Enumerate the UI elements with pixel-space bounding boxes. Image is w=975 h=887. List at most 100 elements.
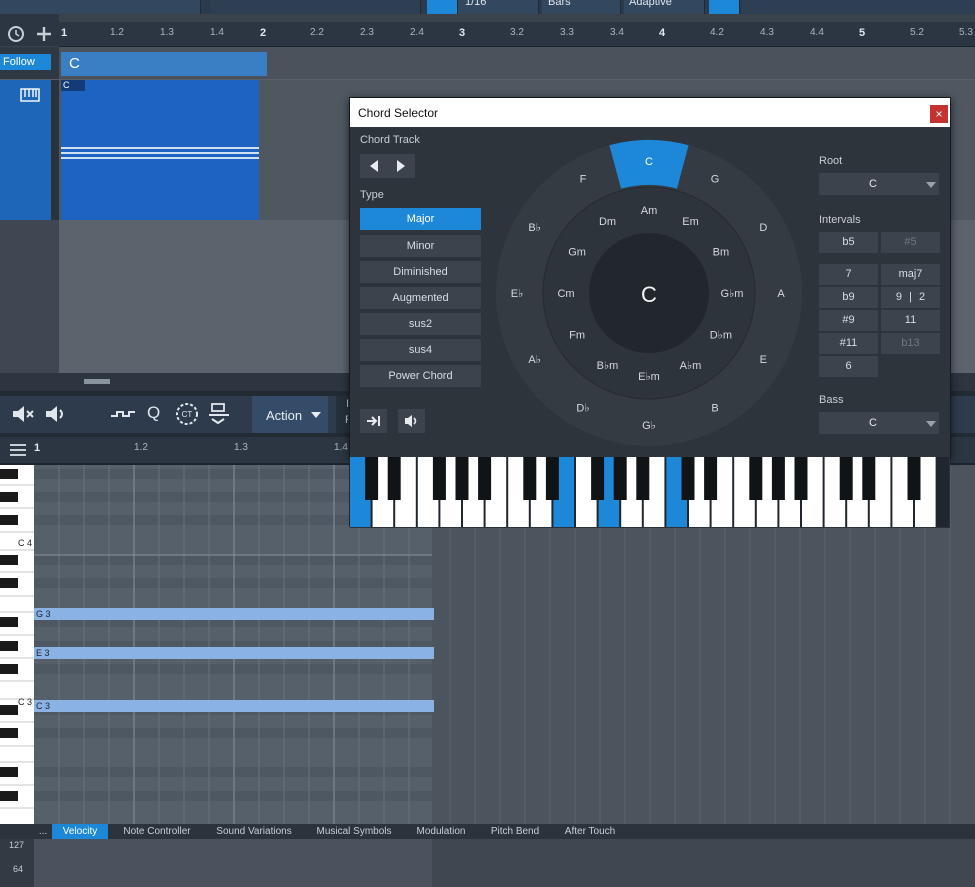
chord-event[interactable]: C	[61, 52, 267, 76]
interval-b5[interactable]: b5	[819, 232, 878, 253]
black-key[interactable]	[681, 457, 695, 500]
tab-note-controller[interactable]: Note Controller	[112, 824, 202, 839]
outer-chord-1[interactable]: G	[711, 174, 720, 186]
black-key[interactable]	[704, 457, 718, 500]
outer-chord-10[interactable]: B♭	[528, 222, 541, 234]
middle-chord-10[interactable]: Gm	[568, 247, 586, 259]
transport-tools[interactable]	[0, 0, 201, 14]
speaker-icon[interactable]	[43, 403, 69, 425]
ct-icon[interactable]: CT	[174, 401, 200, 427]
black-key[interactable]	[432, 457, 446, 500]
tab-pitch-bend[interactable]: Pitch Bend	[480, 824, 550, 839]
midi-part[interactable]: C	[61, 80, 259, 220]
outer-chord-9[interactable]: E♭	[511, 288, 524, 300]
middle-chord-1[interactable]: Em	[682, 216, 699, 228]
interval-sharp5[interactable]: #5	[881, 232, 940, 253]
black-key[interactable]	[771, 457, 785, 500]
type-augmented[interactable]: Augmented	[360, 287, 481, 309]
snap-select[interactable]: Adaptive	[624, 0, 705, 14]
toolbar-toggle[interactable]	[709, 0, 740, 14]
note-c3[interactable]: C 3	[34, 700, 434, 712]
q-icon[interactable]: Q	[147, 403, 160, 423]
tab-after-touch[interactable]: After Touch	[554, 824, 626, 839]
tab-musical-symbols[interactable]: Musical Symbols	[306, 824, 402, 839]
type-minor[interactable]: Minor	[360, 235, 481, 257]
type-sus2[interactable]: sus2	[360, 313, 481, 335]
black-key[interactable]	[794, 457, 808, 500]
type-sus4[interactable]: sus4	[360, 339, 481, 361]
note-e3[interactable]: E 3	[34, 647, 434, 659]
action-menu[interactable]: Action	[252, 396, 328, 433]
outer-chord-0[interactable]: C	[645, 156, 653, 168]
note-g3[interactable]: G 3	[34, 608, 434, 620]
black-key[interactable]	[545, 457, 559, 500]
edit-tools[interactable]	[210, 0, 421, 14]
transform-icon[interactable]	[206, 401, 232, 427]
outer-chord-8[interactable]: A♭	[528, 354, 541, 366]
interval-7[interactable]: 7	[819, 264, 878, 285]
interval-11[interactable]: 11	[881, 310, 940, 331]
black-key[interactable]	[387, 457, 401, 500]
black-key[interactable]	[862, 457, 876, 500]
preview-button[interactable]	[398, 409, 425, 433]
instrument-track-header[interactable]	[0, 80, 51, 220]
interval-sharp11[interactable]: #11	[819, 333, 878, 354]
tab-modulation[interactable]: Modulation	[406, 824, 476, 839]
interval-2[interactable]: 2	[919, 291, 925, 303]
middle-chord-5[interactable]: A♭m	[680, 360, 702, 372]
outer-chord-6[interactable]: G♭	[642, 420, 656, 432]
black-key[interactable]	[907, 457, 921, 500]
outer-chord-7[interactable]: D♭	[576, 402, 589, 414]
middle-chord-3[interactable]: G♭m	[721, 288, 744, 300]
dialog-titlebar[interactable]: Chord Selector ×	[350, 98, 950, 127]
mute-icon[interactable]	[10, 403, 36, 425]
timeline-ruler[interactable]: 1 1.2 1.3 1.4 2 2.2 2.3 2.4 3 3.2 3.3 3.…	[59, 22, 975, 47]
interval-sharp9[interactable]: #9	[819, 310, 878, 331]
black-key[interactable]	[636, 457, 650, 500]
outer-chord-2[interactable]: D	[759, 222, 767, 234]
interval-9-2[interactable]: 9 | 2	[881, 287, 940, 308]
middle-chord-9[interactable]: Cm	[557, 288, 574, 300]
interval-b9[interactable]: b9	[819, 287, 878, 308]
middle-chord-2[interactable]: Bm	[713, 247, 730, 259]
bass-select[interactable]: C	[819, 412, 939, 434]
interval-b13[interactable]: b13	[881, 333, 940, 354]
quantize-select[interactable]: 1/16	[458, 0, 539, 14]
chord-keyboard[interactable]	[349, 457, 949, 527]
quantize-wave-icon[interactable]	[109, 403, 137, 425]
type-diminished[interactable]: Diminished	[360, 261, 481, 283]
type-major[interactable]: Major	[360, 208, 481, 230]
outer-chord-5[interactable]: B	[711, 402, 718, 414]
black-key[interactable]	[591, 457, 605, 500]
black-key[interactable]	[523, 457, 537, 500]
add-icon[interactable]	[34, 24, 54, 44]
circle-of-fifths[interactable]: C G D A E B G♭ D♭ A♭ E♭ B♭ F Am Em Bm G♭m D♭m A♭m E♭m B♭m Fm…	[489, 133, 809, 453]
middle-chord-0[interactable]: Am	[641, 205, 658, 217]
black-key[interactable]	[839, 457, 853, 500]
piano-keyboard[interactable]: C 4 C 3	[0, 465, 34, 824]
black-key[interactable]	[613, 457, 627, 500]
outer-chord-4[interactable]: E	[760, 354, 767, 366]
middle-chord-6[interactable]: E♭m	[638, 371, 660, 383]
root-select[interactable]: C	[819, 173, 939, 195]
outer-chord-11[interactable]: F	[580, 174, 587, 186]
follow-button[interactable]: Follow	[0, 54, 51, 70]
black-key[interactable]	[455, 457, 469, 500]
interval-6[interactable]: 6	[819, 356, 878, 377]
prev-chord-icon[interactable]	[367, 159, 381, 173]
middle-chord-4[interactable]: D♭m	[710, 330, 732, 342]
piano-keys[interactable]	[0, 465, 34, 824]
interval-9[interactable]: 9	[896, 291, 902, 303]
tab-sound-variations[interactable]: Sound Variations	[206, 824, 302, 839]
partial-controls[interactable]: I F	[336, 396, 352, 433]
scroll-thumb[interactable]	[84, 379, 110, 384]
black-key[interactable]	[478, 457, 492, 500]
chord-keys[interactable]	[349, 457, 949, 527]
velocity-lane[interactable]: 127 64	[0, 839, 975, 887]
insert-button[interactable]	[360, 409, 387, 433]
tab-velocity[interactable]: Velocity	[52, 824, 108, 839]
black-key[interactable]	[749, 457, 763, 500]
more-button[interactable]: ...	[36, 824, 50, 839]
outer-chord-3[interactable]: A	[777, 288, 785, 300]
middle-chord-8[interactable]: Fm	[569, 330, 585, 342]
